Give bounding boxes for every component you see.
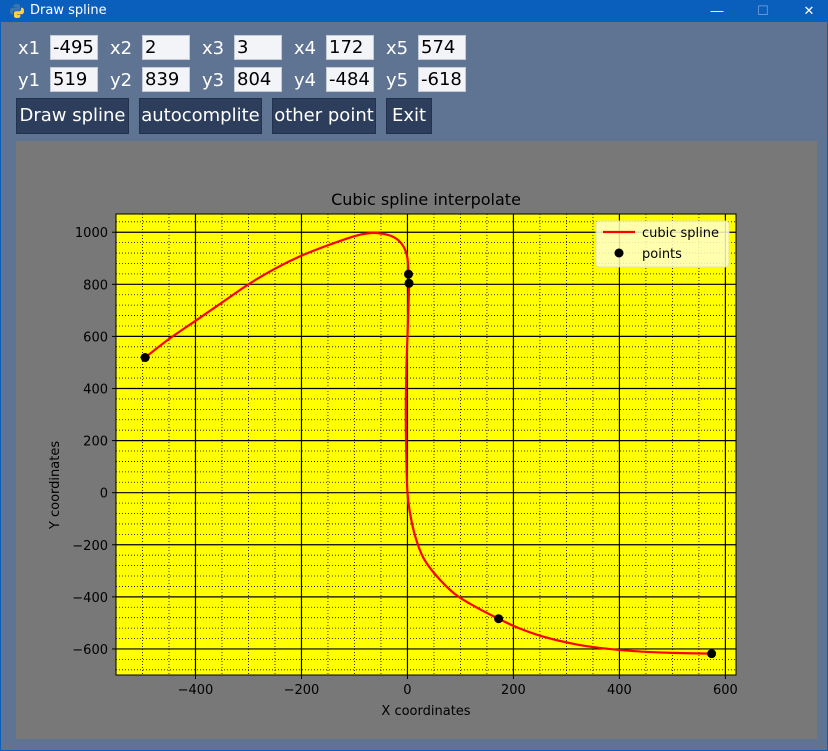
data-point	[707, 649, 717, 659]
plot-canvas: Cubic spline interpolate X coordinates Y…	[16, 141, 817, 739]
y-tick-label: −400	[72, 591, 108, 606]
x3-label: x3	[202, 38, 225, 59]
other-point-button[interactable]: other point	[272, 98, 376, 134]
y1-input[interactable]	[50, 67, 98, 92]
x-tick-label: −200	[284, 683, 320, 698]
x4-input[interactable]	[326, 35, 374, 60]
exit-button[interactable]: Exit	[386, 98, 432, 134]
x-tick-label: 200	[501, 683, 526, 698]
x3-input[interactable]	[234, 35, 282, 60]
data-point	[404, 269, 414, 279]
title-bar: Draw spline — ☐ ✕	[0, 0, 828, 22]
y4-label: y4	[294, 70, 317, 91]
x-tick-label: 0	[403, 683, 411, 698]
legend: cubic spline points	[595, 220, 730, 268]
y-tick-label: 800	[83, 278, 108, 293]
data-point	[494, 614, 504, 624]
draw-spline-button[interactable]: Draw spline	[16, 98, 129, 134]
y-tick-label: 200	[83, 435, 108, 450]
x2-input[interactable]	[142, 35, 190, 60]
y-tick-label: 600	[83, 330, 108, 345]
y5-label: y5	[386, 70, 409, 91]
y4-input[interactable]	[326, 67, 374, 92]
spline-chart: Cubic spline interpolate X coordinates Y…	[48, 190, 738, 719]
chart-title: Cubic spline interpolate	[331, 190, 521, 209]
y-tick-label: −200	[72, 539, 108, 554]
x2-label: x2	[110, 38, 133, 59]
x4-label: x4	[294, 38, 317, 59]
y-tick-label: −600	[72, 643, 108, 658]
x5-input[interactable]	[418, 35, 466, 60]
window-title: Draw spline	[30, 3, 107, 18]
y2-input[interactable]	[142, 67, 190, 92]
x1-label: x1	[18, 38, 41, 59]
y2-label: y2	[110, 70, 133, 91]
y3-label: y3	[202, 70, 225, 91]
y-axis-label: Y coordinates	[48, 441, 63, 530]
y-tick-label: 0	[100, 487, 108, 502]
x-tick-label: −400	[178, 683, 214, 698]
legend-label: points	[642, 247, 682, 262]
y-tick-label: 1000	[75, 226, 108, 241]
autocomplete-button[interactable]: autocomplite	[139, 98, 262, 134]
x5-label: x5	[386, 38, 409, 59]
data-point	[404, 278, 414, 288]
y5-input[interactable]	[418, 67, 466, 92]
data-point	[140, 353, 150, 363]
maximize-button[interactable]: ☐	[740, 0, 786, 22]
close-button[interactable]: ✕	[786, 0, 828, 22]
x-tick-label: 400	[607, 683, 632, 698]
x-axis-label: X coordinates	[381, 704, 470, 719]
x1-input[interactable]	[50, 35, 98, 60]
plot-area	[116, 214, 736, 675]
y-tick-label: 400	[83, 383, 108, 398]
y3-input[interactable]	[234, 67, 282, 92]
x-tick-label: 600	[713, 683, 738, 698]
y1-label: y1	[18, 70, 41, 91]
python-logo-icon	[10, 4, 24, 18]
minimize-button[interactable]: —	[694, 0, 740, 22]
legend-label: cubic spline	[642, 226, 719, 241]
legend-point-swatch	[614, 248, 624, 258]
